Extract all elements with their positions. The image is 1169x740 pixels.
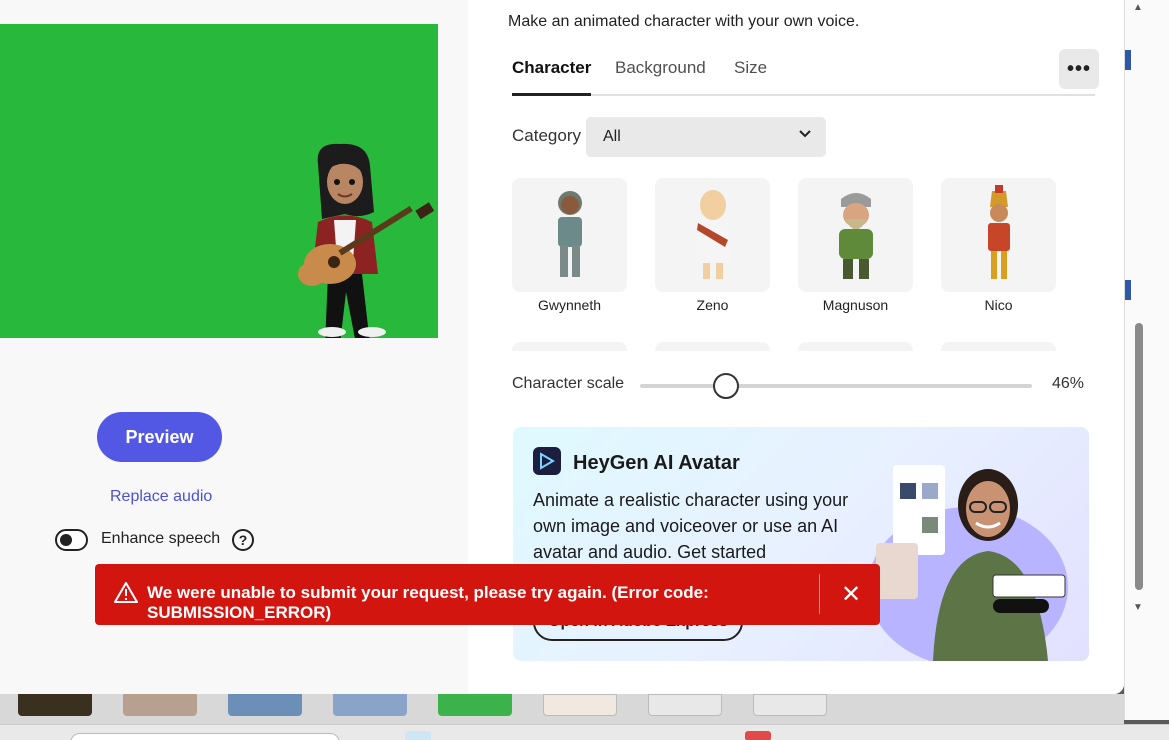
character-name: Gwynneth xyxy=(537,297,602,313)
character-card[interactable] xyxy=(655,342,770,351)
more-horizontal-icon: ••• xyxy=(1066,57,1091,80)
character-card-magnuson[interactable]: Magnuson xyxy=(798,178,913,313)
taskbar-app-icon[interactable] xyxy=(405,731,431,740)
character-name: Nico xyxy=(984,297,1013,313)
character-thumbnail xyxy=(798,342,913,351)
scrollbar-thumb[interactable] xyxy=(1135,323,1143,590)
heygen-promo-card: HeyGen AI Avatar Animate a realistic cha… xyxy=(513,427,1089,661)
scroll-up-icon[interactable]: ▲ xyxy=(1133,2,1143,13)
character-thumbnail xyxy=(655,342,770,351)
thumbnail[interactable] xyxy=(543,694,617,716)
character-stage xyxy=(0,24,438,338)
character-card-zeno[interactable]: Zeno xyxy=(655,178,770,313)
alert-triangle-icon xyxy=(114,582,138,603)
character-thumbnail xyxy=(655,178,770,292)
tab-character[interactable]: Character xyxy=(512,58,592,96)
category-selected-value: All xyxy=(603,128,621,145)
help-icon-glyph: ? xyxy=(238,532,248,548)
character-card-gwynneth[interactable]: Gwynneth xyxy=(512,178,627,313)
character-scale-slider-track[interactable] xyxy=(640,384,1032,388)
help-icon[interactable]: ? xyxy=(232,529,254,551)
tab-size[interactable]: Size xyxy=(734,58,767,88)
character-scale-value: 46% xyxy=(1052,375,1085,392)
tab-background[interactable]: Background xyxy=(615,58,706,88)
chevron-down-icon xyxy=(798,126,812,144)
thumbnail[interactable] xyxy=(123,694,197,716)
thumbnail[interactable] xyxy=(228,694,302,716)
guitarist-character-illustration xyxy=(298,143,435,338)
category-dropdown[interactable]: All xyxy=(586,117,826,157)
character-grid: Gwynneth Zeno Magnuson Nico xyxy=(512,178,1087,351)
preview-button[interactable]: Preview xyxy=(97,412,222,462)
dialog-subtitle: Make an animated character with your own… xyxy=(508,13,860,30)
avatar-promo-illustration xyxy=(868,465,1068,661)
character-card[interactable] xyxy=(512,342,627,351)
character-thumbnail xyxy=(941,178,1056,292)
replace-audio-link[interactable]: Replace audio xyxy=(110,488,212,506)
thumbnail[interactable] xyxy=(753,694,827,716)
character-thumbnail xyxy=(798,178,913,292)
toggle-knob xyxy=(60,534,72,546)
character-card[interactable] xyxy=(798,342,913,351)
category-label: Category xyxy=(512,126,581,145)
thumbnail[interactable] xyxy=(648,694,722,716)
settings-tabs: Character Background Size xyxy=(512,58,1095,96)
character-name: Magnuson xyxy=(822,297,889,313)
taskbar-search-input[interactable] xyxy=(70,733,340,740)
character-card-nico[interactable]: Nico xyxy=(941,178,1056,313)
thumbnail[interactable] xyxy=(438,694,512,716)
error-message: We were unable to submit your request, p… xyxy=(147,583,709,622)
toast-divider xyxy=(819,574,820,614)
promo-description: Animate a realistic character using your… xyxy=(533,490,849,562)
close-icon[interactable]: ✕ xyxy=(839,580,863,608)
character-scale-label: Character scale xyxy=(512,375,625,392)
taskbar xyxy=(0,724,1169,740)
character-thumbnail xyxy=(512,178,627,292)
character-thumbnail xyxy=(512,342,627,351)
taskbar-app-icon[interactable] xyxy=(745,731,771,740)
thumbnail[interactable] xyxy=(333,694,407,716)
enhance-speech-label: Enhance speech xyxy=(101,530,221,547)
character-thumbnail xyxy=(941,342,1056,351)
heygen-logo-icon xyxy=(533,447,561,475)
scroll-down-icon[interactable]: ▼ xyxy=(1133,602,1143,613)
character-scale-slider-handle[interactable] xyxy=(713,373,740,399)
character-card[interactable] xyxy=(941,342,1056,351)
thumbnail[interactable] xyxy=(18,694,92,716)
enhance-speech-toggle[interactable] xyxy=(55,529,88,551)
character-name: Zeno xyxy=(696,297,729,313)
promo-title: HeyGen AI Avatar xyxy=(573,452,740,474)
error-toast: We were unable to submit your request, p… xyxy=(95,564,880,625)
more-options-button[interactable]: ••• xyxy=(1059,49,1099,89)
